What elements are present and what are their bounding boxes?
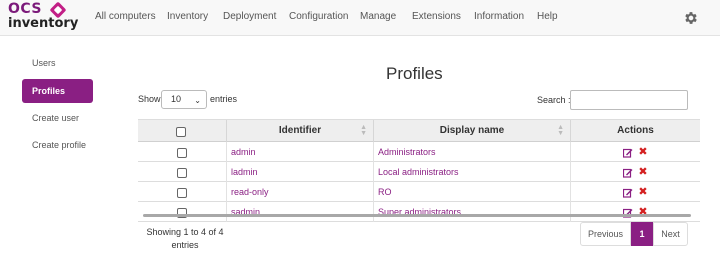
select-all-checkbox[interactable] <box>176 127 186 137</box>
edit-icon[interactable] <box>623 148 633 158</box>
table-row: sadmin Super administrators ✖ <box>138 202 700 222</box>
profiles-table: Identifier ▲ ▼ Display name ▲ ▼ Actions ad… <box>138 119 700 222</box>
nav-manage[interactable]: Manage <box>360 11 396 22</box>
nav-configuration[interactable]: Configuration <box>289 11 348 22</box>
cell-identifier[interactable]: read-only <box>226 182 373 202</box>
row-checkbox[interactable] <box>177 168 187 178</box>
cell-display-name: RO <box>373 182 570 202</box>
top-navbar: OCS inventory All computers Inventory De… <box>0 0 720 36</box>
nav-help[interactable]: Help <box>537 11 558 22</box>
table-info: Showing 1 to 4 of 4 entries <box>146 227 224 250</box>
nav-deployment[interactable]: Deployment <box>223 11 276 22</box>
logo-ocs-text: OCS <box>8 1 43 17</box>
search-label: Search : <box>537 95 571 105</box>
chevron-down-icon: ⌄ <box>194 96 201 105</box>
header-display-name-label: Display name <box>439 125 505 136</box>
table-row: read-only RO ✖ <box>138 182 700 202</box>
page-length-value: 10 <box>171 94 182 104</box>
nav-inventory[interactable]: Inventory <box>167 11 208 22</box>
cell-identifier[interactable]: sadmin <box>226 202 373 222</box>
sort-icon: ▲ ▼ <box>557 124 564 137</box>
header-select-all <box>138 120 226 142</box>
cell-display-name: Local administrators <box>373 162 570 182</box>
header-actions: Actions <box>570 120 700 142</box>
entries-label: entries <box>210 94 238 104</box>
cell-actions: ✖ <box>570 142 700 162</box>
gear-icon[interactable] <box>683 10 699 26</box>
sidebar-item-users[interactable]: Users <box>22 51 93 75</box>
cell-actions: ✖ <box>570 162 700 182</box>
row-checkbox[interactable] <box>177 148 187 158</box>
edit-icon[interactable] <box>623 168 633 178</box>
cell-display-name: Administrators <box>373 142 570 162</box>
show-label: Show <box>138 94 161 104</box>
header-display-name[interactable]: Display name ▲ ▼ <box>373 120 570 142</box>
header-actions-label: Actions <box>617 125 654 136</box>
row-checkbox[interactable] <box>177 188 187 198</box>
page-title: Profiles <box>386 64 443 83</box>
cell-actions: ✖ <box>570 182 700 202</box>
page: OCS inventory All computers Inventory De… <box>0 0 720 267</box>
delete-icon[interactable]: ✖ <box>638 187 648 198</box>
cell-display-name: Super administrators <box>373 202 570 222</box>
nav-extensions[interactable]: Extensions <box>412 11 461 22</box>
nav-information[interactable]: Information <box>474 11 524 22</box>
page-1-button[interactable]: 1 <box>631 222 653 246</box>
edit-icon[interactable] <box>623 188 633 198</box>
horizontal-scrollbar[interactable] <box>143 214 691 217</box>
ocs-inventory-logo[interactable]: OCS inventory <box>8 1 79 32</box>
page-length-select[interactable]: 10 ⌄ <box>161 90 207 109</box>
header-identifier-label: Identifier <box>278 125 322 136</box>
delete-icon[interactable]: ✖ <box>638 147 648 158</box>
cell-identifier[interactable]: ladmin <box>226 162 373 182</box>
cell-actions: ✖ <box>570 202 700 222</box>
cell-identifier[interactable]: admin <box>226 142 373 162</box>
search-input[interactable] <box>570 90 688 110</box>
nav-all-computers[interactable]: All computers <box>95 11 156 22</box>
next-button[interactable]: Next <box>653 222 688 246</box>
table-row: ladmin Local administrators ✖ <box>138 162 700 182</box>
sort-icon: ▲ ▼ <box>360 124 367 137</box>
sidebar-item-profiles[interactable]: Profiles <box>22 79 93 103</box>
table-row: admin Administrators ✖ <box>138 142 700 162</box>
table-header: Identifier ▲ ▼ Display name ▲ ▼ Actions <box>138 120 700 142</box>
sidebar-item-create-profile[interactable]: Create profile <box>22 133 93 157</box>
logo-inventory-text: inventory <box>8 16 79 31</box>
previous-button[interactable]: Previous <box>580 222 631 246</box>
header-identifier[interactable]: Identifier ▲ ▼ <box>226 120 373 142</box>
delete-icon[interactable]: ✖ <box>638 167 648 178</box>
sidebar-item-create-user[interactable]: Create user <box>22 106 93 130</box>
